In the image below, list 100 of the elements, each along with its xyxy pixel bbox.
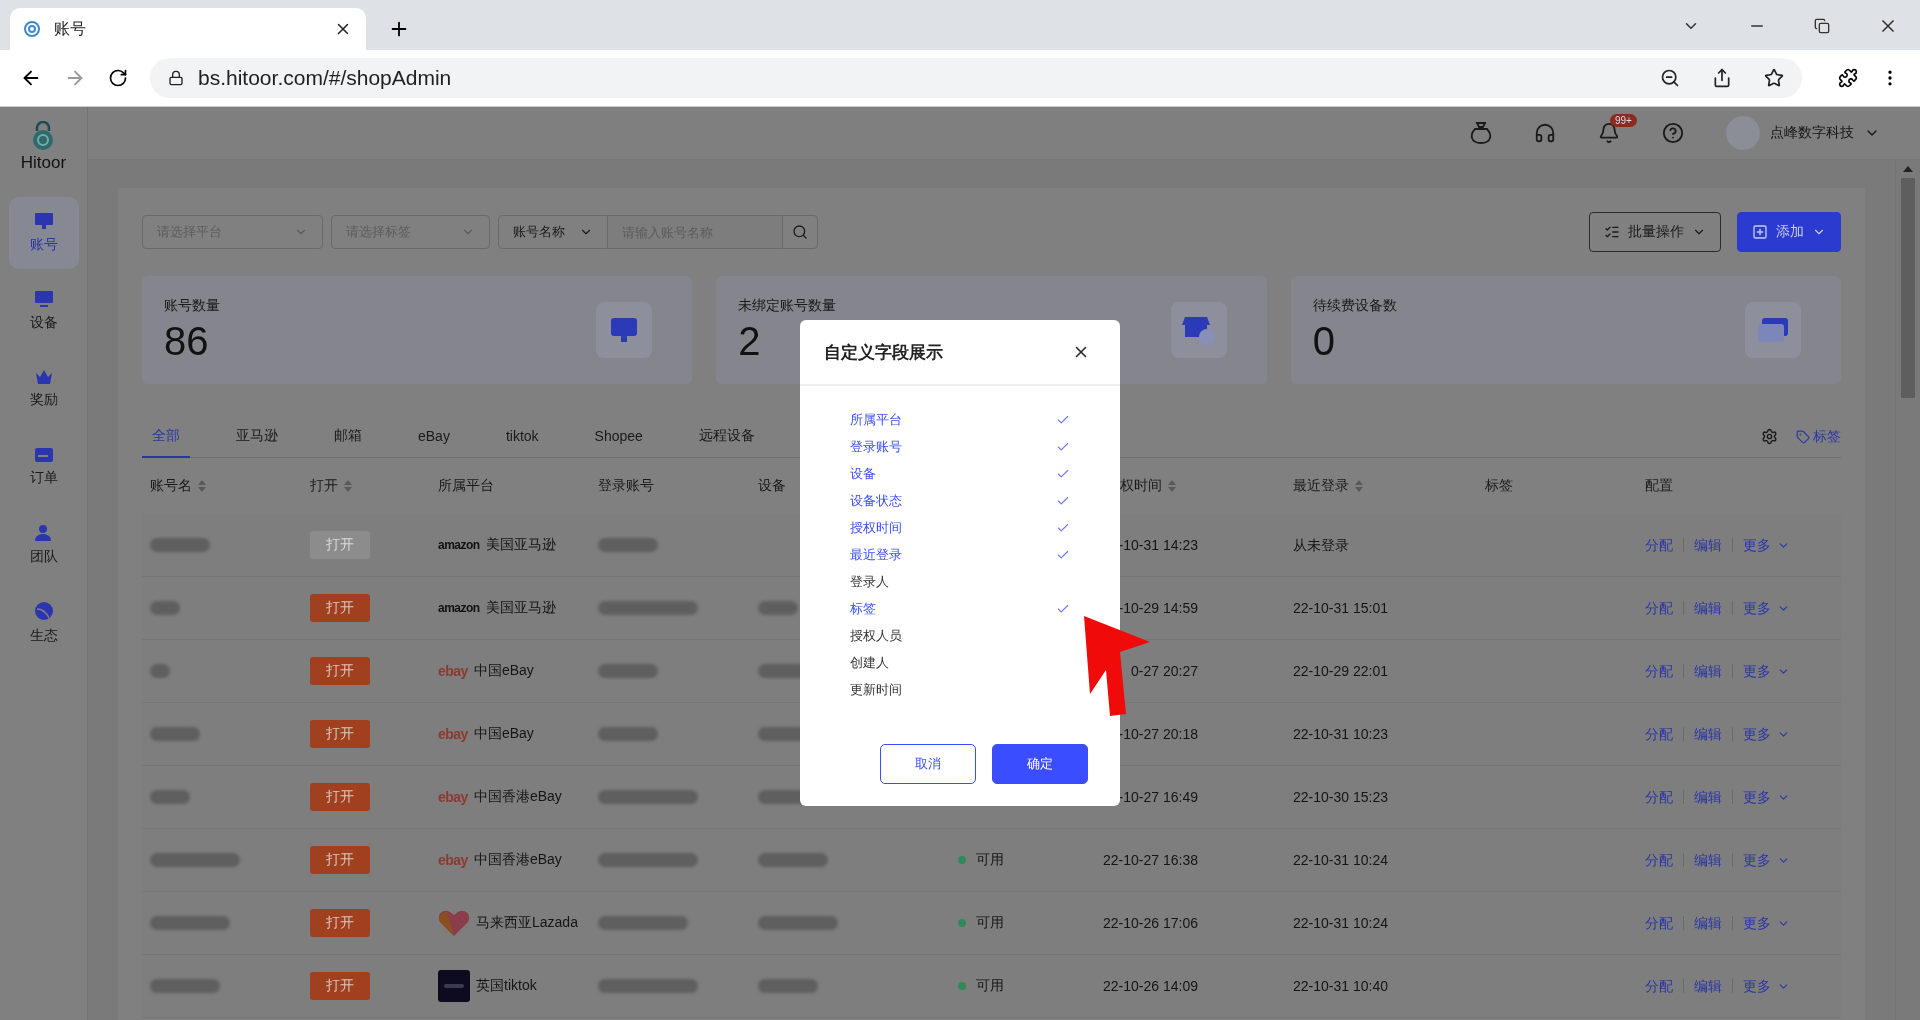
search-icon[interactable] <box>792 224 808 240</box>
settings-icon[interactable] <box>1761 428 1778 445</box>
stat-value: 0 <box>1312 318 1335 364</box>
action-link[interactable]: 更多 <box>1732 790 1800 804</box>
tag-icon[interactable] <box>1796 429 1810 444</box>
open-button[interactable]: 打开 <box>310 657 370 685</box>
confirm-button[interactable]: 确定 <box>992 744 1088 784</box>
headset-icon[interactable] <box>1534 122 1556 144</box>
action-link[interactable]: 更多 <box>1732 853 1800 867</box>
action-link[interactable]: 分配 <box>1645 790 1683 804</box>
add-button[interactable]: 添加 <box>1737 212 1841 252</box>
table-cell-text: -10-31 14:23 <box>1117 537 1198 553</box>
action-link[interactable]: 编辑 <box>1683 979 1732 993</box>
action-link[interactable]: 编辑 <box>1683 790 1732 804</box>
tab[interactable]: 远程设备 <box>688 415 765 458</box>
sidebar-item[interactable]: 账号 <box>8 197 79 269</box>
action-link[interactable]: 编辑 <box>1683 664 1732 678</box>
field-option[interactable]: 更新时间 <box>850 676 1070 703</box>
reload-icon[interactable] <box>108 68 128 88</box>
lock-icon[interactable] <box>168 70 184 86</box>
field-option[interactable]: 设备状态 <box>850 487 1070 514</box>
cancel-button[interactable]: 取消 <box>880 744 976 784</box>
tab[interactable]: Shopee <box>584 415 653 458</box>
open-button[interactable]: 打开 <box>310 594 370 622</box>
field-option[interactable]: 登录账号 <box>850 433 1070 460</box>
sidebar-item[interactable]: 奖励 <box>8 353 79 425</box>
search-type-select[interactable]: 账号名称 <box>498 215 608 249</box>
action-link[interactable]: 分配 <box>1645 727 1683 741</box>
tab[interactable]: tiktok <box>495 415 549 458</box>
action-link[interactable]: 分配 <box>1645 853 1683 867</box>
column-header[interactable]: 最近登录 <box>1293 477 1363 495</box>
action-link[interactable]: 更多 <box>1732 664 1800 678</box>
company-name[interactable]: 点峰数字科技 <box>1770 124 1854 142</box>
plus-square-icon[interactable] <box>1752 224 1768 240</box>
search-button[interactable] <box>782 215 818 249</box>
tab[interactable]: 亚马逊 <box>226 415 288 458</box>
sidebar-item[interactable]: 团队 <box>8 509 79 581</box>
tab[interactable]: 邮箱 <box>324 415 372 458</box>
address-bar[interactable]: bs.hitoor.com/#/shopAdmin <box>150 58 1802 98</box>
tab[interactable]: 全部 <box>142 415 190 458</box>
column-header[interactable]: 打开 <box>310 477 352 495</box>
sidebar-item[interactable]: 订单 <box>8 431 79 503</box>
platform-logo: amazon <box>438 538 480 552</box>
field-option[interactable]: 创建人 <box>850 649 1070 676</box>
tab[interactable]: eBay <box>408 415 460 458</box>
action-link[interactable]: 编辑 <box>1683 916 1732 930</box>
list-icon[interactable] <box>1604 224 1620 240</box>
open-button[interactable]: 打开 <box>310 846 370 874</box>
blurred-text <box>758 601 798 615</box>
blurred-text <box>598 664 658 678</box>
sidebar-item[interactable]: 生态 <box>8 587 79 659</box>
action-link[interactable]: 编辑 <box>1683 601 1732 615</box>
scrollbar-thumb[interactable] <box>1901 178 1915 398</box>
extensions-icon[interactable] <box>1838 68 1858 88</box>
field-option[interactable]: 所属平台 <box>850 406 1070 433</box>
action-link[interactable]: 更多 <box>1732 916 1800 930</box>
platform-logo: ebay <box>438 852 468 868</box>
zoom-out-icon[interactable] <box>1660 68 1680 88</box>
restore-icon[interactable] <box>1814 18 1830 34</box>
batch-button[interactable]: 批量操作 <box>1589 212 1721 252</box>
money-bag-icon[interactable] <box>1470 121 1492 145</box>
column-header[interactable]: 账号名 <box>150 477 206 495</box>
scroll-up-icon[interactable] <box>1903 166 1913 172</box>
action-link[interactable]: 分配 <box>1645 601 1683 615</box>
table-cell-text: 0-27 20:27 <box>1130 663 1198 679</box>
browser-tab[interactable]: 账号 <box>10 8 366 50</box>
action-link[interactable]: 编辑 <box>1683 538 1732 552</box>
field-option[interactable]: 登录人 <box>850 568 1070 595</box>
action-link[interactable]: 编辑 <box>1683 853 1732 867</box>
open-button[interactable]: 打开 <box>310 909 370 937</box>
star-icon[interactable] <box>1764 68 1784 88</box>
action-link[interactable]: 分配 <box>1645 664 1683 678</box>
action-link[interactable]: 编辑 <box>1683 727 1732 741</box>
action-link[interactable]: 更多 <box>1732 601 1800 615</box>
sidebar-item[interactable]: 设备 <box>8 275 79 347</box>
field-option[interactable]: 授权人员 <box>850 622 1070 649</box>
action-link[interactable]: 分配 <box>1645 979 1683 993</box>
blurred-text <box>150 601 180 615</box>
open-button[interactable]: 打开 <box>310 972 370 1000</box>
help-icon[interactable] <box>1662 122 1684 144</box>
action-link[interactable]: 分配 <box>1645 916 1683 930</box>
open-button[interactable]: 打开 <box>310 783 370 811</box>
store-link-icon <box>1181 314 1216 346</box>
bell-icon[interactable] <box>1598 122 1620 144</box>
stat-value: 86 <box>164 318 209 364</box>
field-option[interactable]: 授权时间 <box>850 514 1070 541</box>
blurred-text <box>150 727 200 741</box>
open-button[interactable]: 打开 <box>310 720 370 748</box>
action-link[interactable]: 分配 <box>1645 538 1683 552</box>
share-icon[interactable] <box>1712 68 1732 88</box>
action-link[interactable]: 更多 <box>1732 979 1800 993</box>
user-icon <box>33 524 54 542</box>
table-cell: 英国tiktok <box>476 977 537 995</box>
field-option[interactable]: 标签 <box>850 595 1070 622</box>
field-option[interactable]: 设备 <box>850 460 1070 487</box>
field-option[interactable]: 最近登录 <box>850 541 1070 568</box>
tag-link[interactable]: 标签 <box>1796 427 1841 446</box>
action-link[interactable]: 更多 <box>1732 727 1800 741</box>
column-header[interactable]: 权时间 <box>1120 477 1176 495</box>
action-link[interactable]: 更多 <box>1732 538 1800 552</box>
